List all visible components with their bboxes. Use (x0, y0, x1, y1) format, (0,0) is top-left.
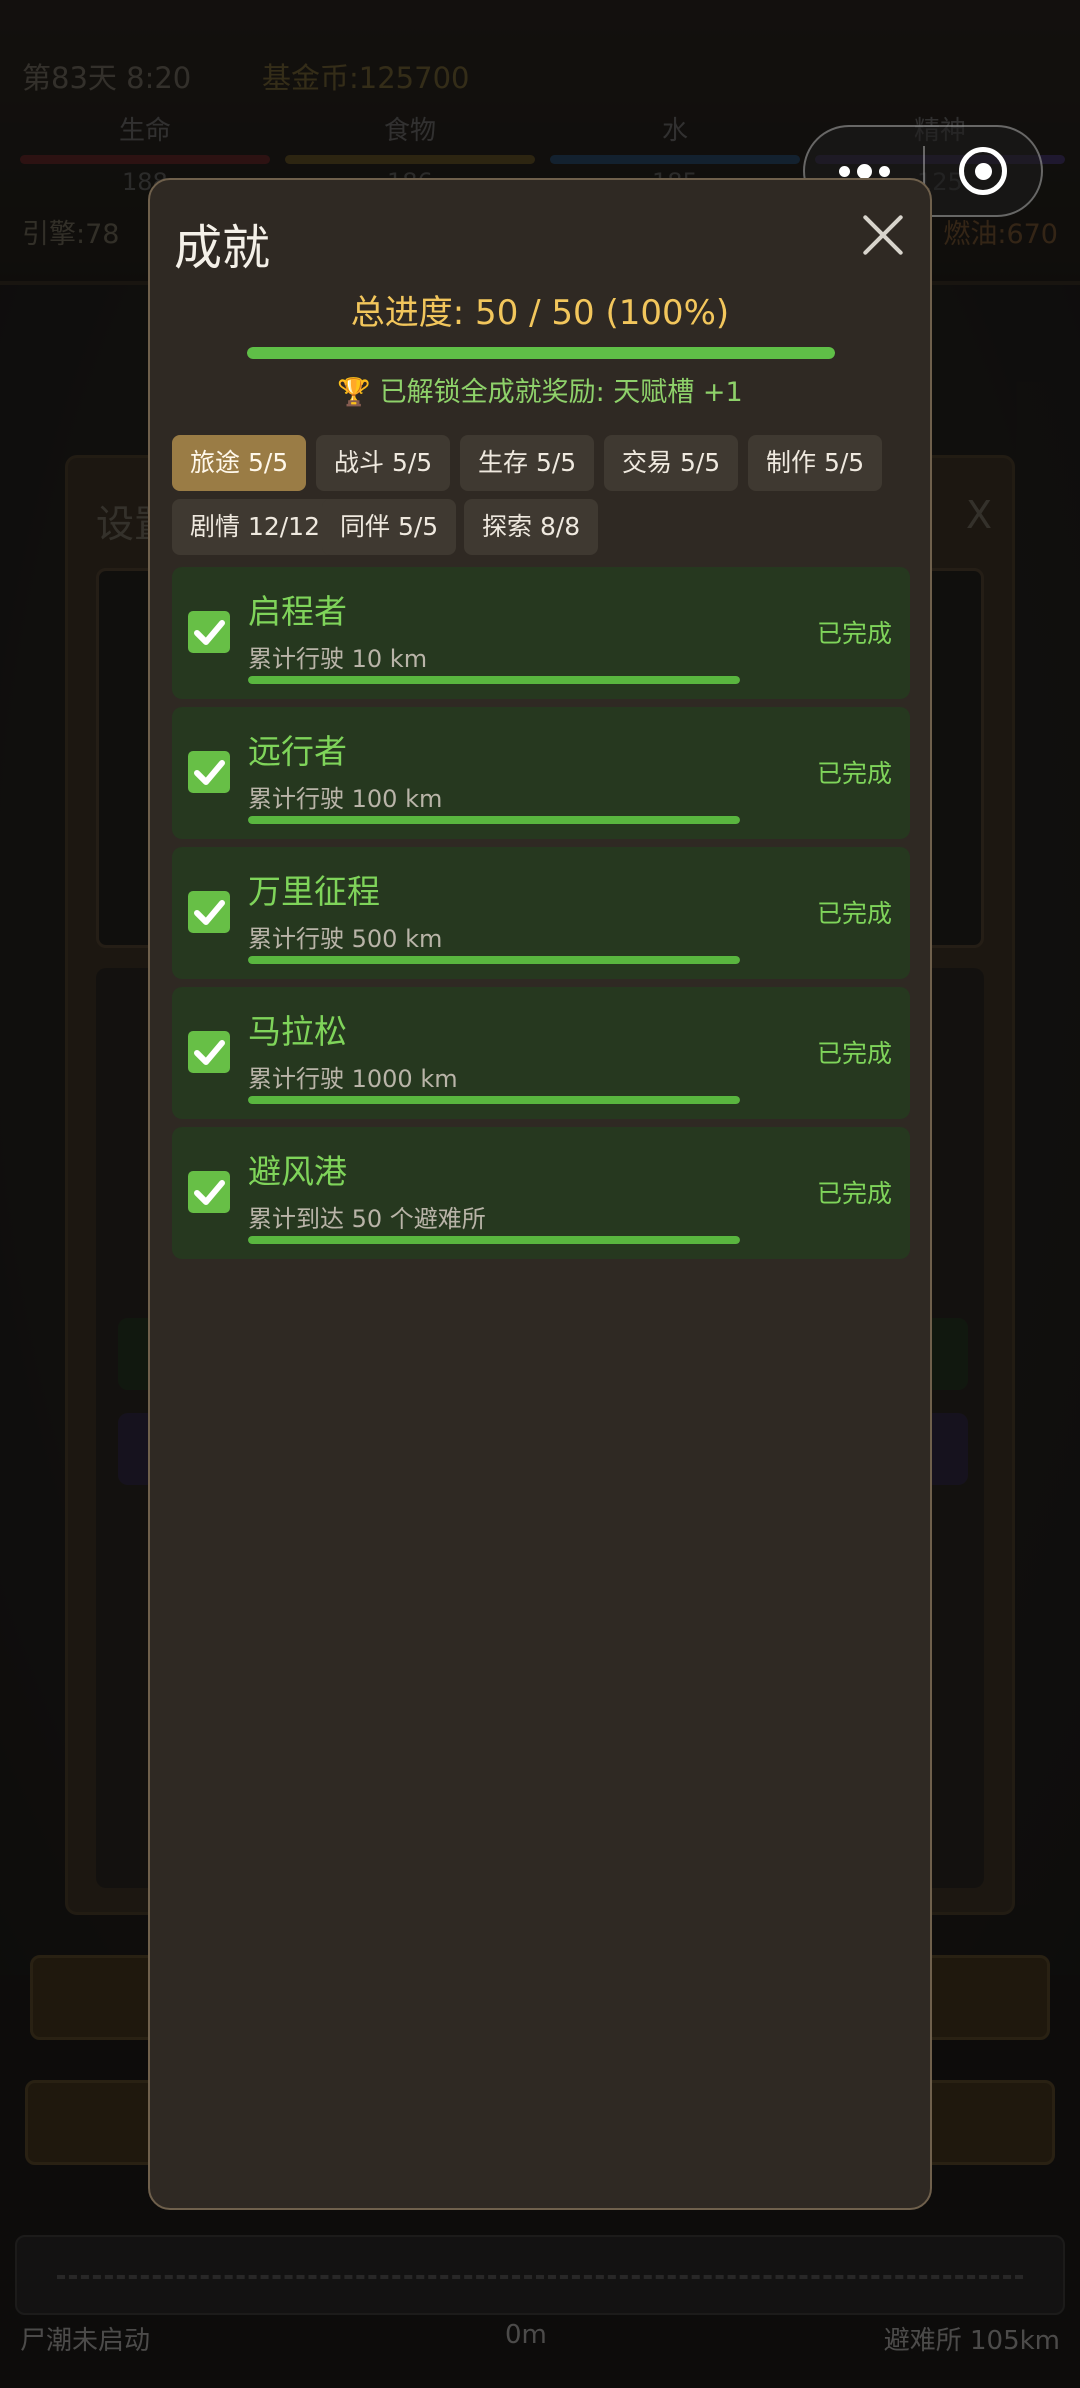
modal-title: 成就 (174, 220, 271, 276)
tab-story[interactable]: 剧情 12/12 (172, 499, 338, 555)
achievement-status: 已完成 (816, 1039, 892, 1068)
achievement-modal: 成就 总进度: 50 / 50 (100%) 🏆 已解锁全成就奖励: 天赋槽 +… (148, 178, 932, 2210)
checkbox-checked-icon (188, 611, 230, 653)
trophy-icon: 🏆 (337, 377, 371, 408)
achievement-progress-bar (248, 676, 740, 684)
tab-survival[interactable]: 生存 5/5 (460, 435, 595, 491)
achievement-desc: 累计行驶 1000 km (248, 1065, 458, 1093)
achievement-progress-bar (248, 816, 740, 824)
achievement-name: 马拉松 (248, 1012, 347, 1051)
achievement-status: 已完成 (816, 759, 892, 788)
tab-explore[interactable]: 探索 8/8 (464, 499, 599, 555)
achievement-item[interactable]: 远行者 累计行驶 100 km 已完成 (172, 707, 910, 839)
tab-companion[interactable]: 同伴 5/5 (322, 499, 457, 555)
checkbox-checked-icon (188, 1031, 230, 1073)
total-progress-text: 总进度: 50 / 50 (100%) (350, 293, 730, 333)
target-close-icon[interactable] (925, 127, 1041, 215)
horde-status-label: 尸潮未启动 (20, 2326, 151, 2356)
tab-crafting[interactable]: 制作 5/5 (748, 435, 883, 491)
achievement-name: 万里征程 (248, 872, 380, 911)
tab-trade[interactable]: 交易 5/5 (604, 435, 739, 491)
achievement-status: 已完成 (816, 899, 892, 928)
achievement-status: 已完成 (816, 619, 892, 648)
achievement-name: 避风港 (248, 1152, 347, 1191)
total-progress-fill (247, 347, 835, 359)
achievement-progress-bar (248, 1096, 740, 1104)
achievement-item[interactable]: 启程者 累计行驶 10 km 已完成 (172, 567, 910, 699)
achievement-item[interactable]: 马拉松 累计行驶 1000 km 已完成 (172, 987, 910, 1119)
tab-journey[interactable]: 旅途 5/5 (172, 435, 307, 491)
achievement-progress-bar (248, 1236, 740, 1244)
shelter-distance-label: 避难所 105km (883, 2326, 1060, 2356)
checkbox-checked-icon (188, 1171, 230, 1213)
close-x-icon[interactable] (858, 210, 908, 260)
achievement-desc: 累计行驶 10 km (248, 645, 428, 673)
achievement-item[interactable]: 避风港 累计到达 50 个避难所 已完成 (172, 1127, 910, 1259)
achievement-desc: 累计行驶 500 km (248, 925, 443, 953)
checkbox-checked-icon (188, 891, 230, 933)
reward-banner: 🏆 已解锁全成就奖励: 天赋槽 +1 (150, 370, 930, 409)
distance-label: 0m (505, 2320, 547, 2350)
achievement-item[interactable]: 万里征程 累计行驶 500 km 已完成 (172, 847, 910, 979)
achievement-name: 远行者 (248, 732, 347, 771)
achievement-desc: 累计到达 50 个避难所 (248, 1205, 486, 1233)
achievement-desc: 累计行驶 100 km (248, 785, 443, 813)
achievement-status: 已完成 (816, 1179, 892, 1208)
total-progress-bar (247, 347, 835, 359)
reward-text: 已解锁全成就奖励: 天赋槽 +1 (379, 377, 743, 408)
achievement-progress-bar (248, 956, 740, 964)
tab-combat[interactable]: 战斗 5/5 (316, 435, 451, 491)
checkbox-checked-icon (188, 751, 230, 793)
achievement-name: 启程者 (248, 592, 347, 631)
